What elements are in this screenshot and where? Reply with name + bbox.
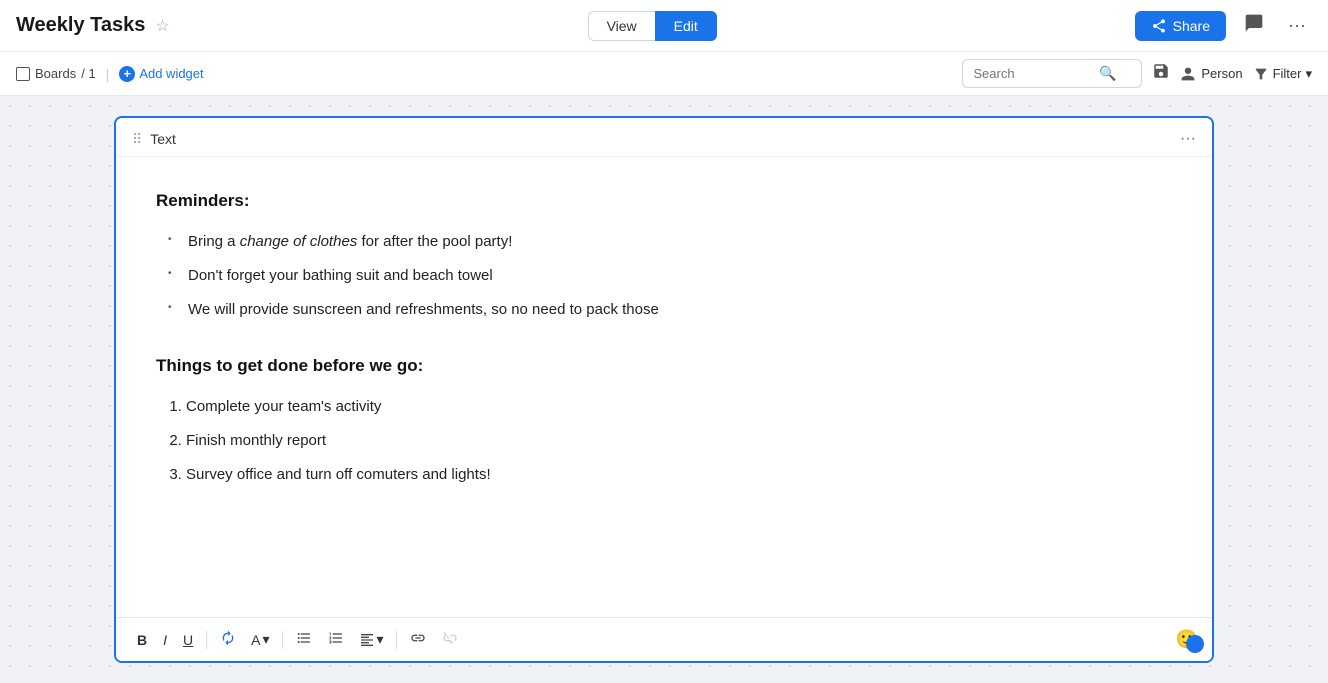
toolbar-right: 🔍 Person Filter ▾	[962, 59, 1312, 88]
top-header: Weekly Tasks ☆ View Edit Share ···	[0, 0, 1328, 52]
star-icon[interactable]: ☆	[155, 16, 169, 36]
ellipsis-icon: ···	[1288, 15, 1306, 35]
list-item: Bring a change of clothes for after the …	[180, 230, 1172, 254]
color-dropdown-arrow: ▾	[262, 631, 269, 648]
format-tools: B I U A ▾	[130, 626, 465, 653]
divider	[206, 631, 207, 649]
tasks-heading: Things to get done before we go:	[156, 352, 1172, 379]
search-input[interactable]	[973, 66, 1093, 81]
header-left: Weekly Tasks ☆	[16, 14, 170, 37]
editor-content[interactable]: Reminders: Bring a change of clothes for…	[116, 157, 1212, 617]
resize-handle[interactable]	[1186, 635, 1204, 653]
person-icon	[1180, 66, 1196, 82]
person-filter-button[interactable]: Person	[1180, 66, 1242, 82]
align-icon	[359, 632, 375, 648]
header-right: Share ···	[1135, 9, 1312, 42]
boards-label: Boards	[35, 66, 76, 81]
text-a-label: A	[251, 632, 260, 648]
bullet-text-plain: We will provide sunscreen and refreshmen…	[188, 301, 659, 318]
boards-icon	[16, 67, 30, 81]
rotate-icon	[220, 630, 236, 646]
numbered-list-icon	[328, 630, 344, 646]
widget-more-button[interactable]: ···	[1180, 130, 1196, 148]
align-button[interactable]: ▾	[353, 627, 390, 652]
share-button[interactable]: Share	[1135, 11, 1226, 41]
filter-chevron-icon: ▾	[1305, 66, 1312, 82]
italic-button[interactable]: I	[156, 628, 174, 652]
save-view-button[interactable]	[1152, 62, 1170, 85]
save-icon	[1152, 62, 1170, 80]
reminders-heading: Reminders:	[156, 187, 1172, 214]
italic-text: change of clothes	[240, 233, 358, 250]
boards-count: / 1	[81, 66, 95, 81]
bullet-text-after: for after the pool party!	[357, 233, 512, 250]
bold-button[interactable]: B	[130, 628, 154, 652]
bullet-list-icon	[296, 630, 312, 646]
widget-title: Text	[150, 131, 176, 147]
underline-button[interactable]: U	[176, 628, 200, 652]
tasks-list: Complete your team's activity Finish mon…	[156, 395, 1172, 487]
view-edit-toggle: View Edit	[588, 11, 717, 41]
unlink-icon	[442, 630, 458, 646]
widget-footer: B I U A ▾	[116, 617, 1212, 661]
widget-title-area: ⠿ Text	[132, 131, 176, 148]
view-button[interactable]: View	[588, 11, 655, 41]
edit-button[interactable]: Edit	[655, 11, 717, 41]
widget-header: ⠿ Text ···	[116, 118, 1212, 157]
share-label: Share	[1173, 18, 1210, 34]
filter-label: Filter	[1273, 66, 1302, 81]
boards-nav[interactable]: Boards / 1	[16, 66, 96, 81]
link-icon	[410, 630, 426, 646]
filter-icon	[1253, 66, 1269, 82]
list-item: Finish monthly report	[186, 429, 1172, 453]
more-options-button[interactable]: ···	[1282, 11, 1312, 40]
chat-icon-button[interactable]	[1238, 9, 1270, 42]
separator: |	[106, 66, 110, 82]
divider	[282, 631, 283, 649]
bullet-text-plain: Don't forget your bathing suit and beach…	[188, 267, 493, 284]
main-content: ⠿ Text ··· Reminders: Bring a change of …	[0, 96, 1328, 683]
reminders-list: Bring a change of clothes for after the …	[156, 230, 1172, 322]
search-icon: 🔍	[1099, 65, 1116, 82]
search-box: 🔍	[962, 59, 1142, 88]
add-widget-button[interactable]: + Add widget	[119, 66, 203, 82]
format-toolbar: B I U A ▾	[116, 617, 1212, 661]
link-button[interactable]	[403, 626, 433, 653]
filter-button[interactable]: Filter ▾	[1253, 66, 1312, 82]
toolbar-left: Boards / 1 | + Add widget	[16, 66, 204, 82]
numbered-list-button[interactable]	[321, 626, 351, 653]
list-item: Survey office and turn off comuters and …	[186, 463, 1172, 487]
page-title: Weekly Tasks	[16, 14, 145, 37]
plus-icon: +	[119, 66, 135, 82]
person-label: Person	[1201, 66, 1242, 81]
list-item: We will provide sunscreen and refreshmen…	[180, 298, 1172, 322]
unlink-button[interactable]	[435, 626, 465, 653]
main-toolbar: Boards / 1 | + Add widget 🔍 Person Filte…	[0, 52, 1328, 96]
rotate-icon-button[interactable]	[213, 626, 243, 653]
divider	[396, 631, 397, 649]
list-item: Don't forget your bathing suit and beach…	[180, 264, 1172, 288]
chat-icon	[1244, 13, 1264, 33]
share-icon	[1151, 18, 1167, 34]
list-item: Complete your team's activity	[186, 395, 1172, 419]
bullet-list-button[interactable]	[289, 626, 319, 653]
add-widget-label: Add widget	[139, 66, 203, 81]
widget-card: ⠿ Text ··· Reminders: Bring a change of …	[114, 116, 1214, 663]
align-dropdown-arrow: ▾	[377, 631, 384, 648]
bullet-text-before: Bring a	[188, 233, 240, 250]
text-color-button[interactable]: A ▾	[245, 627, 275, 652]
drag-handle-icon[interactable]: ⠿	[132, 131, 142, 148]
